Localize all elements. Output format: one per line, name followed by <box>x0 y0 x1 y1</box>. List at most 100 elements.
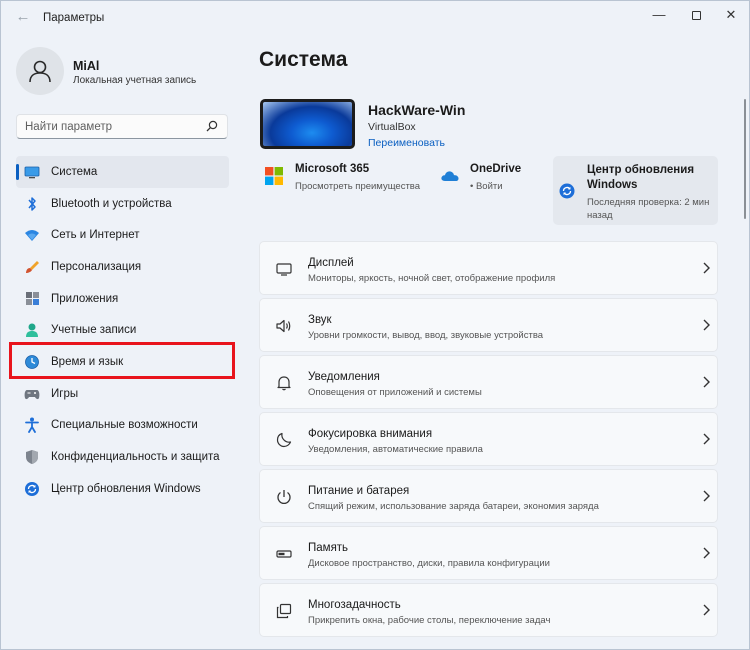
update-subtitle: Последняя проверка: 2 мин назад <box>587 197 710 221</box>
settings-row-notifications[interactable]: Уведомления Оповещения от приложений и с… <box>259 355 718 409</box>
device-name: HackWare-Win <box>368 102 466 118</box>
settings-row-power[interactable]: Питание и батарея Спящий режим, использо… <box>259 469 718 523</box>
microsoft-logo-icon <box>265 167 283 185</box>
chevron-right-icon <box>703 547 710 559</box>
user-profile[interactable]: MiAl Локальная учетная запись <box>16 47 236 97</box>
settings-window: ← Параметры — ✕ MiAl Локальная учетная з… <box>0 0 750 650</box>
app-title: Параметры <box>43 12 105 24</box>
sidebar-item-label: Система <box>51 165 98 178</box>
sidebar-item-bluetooth[interactable]: Bluetooth и устройства <box>16 188 229 220</box>
highlight-annotation <box>9 342 235 379</box>
row-subtitle: Дисковое пространство, диски, правила ко… <box>308 558 550 569</box>
settings-row-storage[interactable]: Память Дисковое пространство, диски, пра… <box>259 526 718 580</box>
maximize-button[interactable] <box>678 1 714 29</box>
sidebar-item-windows-update[interactable]: Центр обновления Windows <box>16 473 229 505</box>
sidebar-item-label: Приложения <box>51 292 119 305</box>
gamepad-icon <box>24 386 40 402</box>
row-title: Питание и батарея <box>308 485 410 497</box>
settings-row-multitasking[interactable]: Многозадачность Прикрепить окна, рабочие… <box>259 583 718 637</box>
moon-icon <box>276 432 292 448</box>
rename-link[interactable]: Переименовать <box>368 137 445 149</box>
monitor-icon <box>24 164 40 180</box>
sidebar-item-network[interactable]: Сеть и Интернет <box>16 219 229 251</box>
sidebar-item-apps[interactable]: Приложения <box>16 283 229 315</box>
bluetooth-icon <box>24 196 40 212</box>
account-icon <box>24 322 40 338</box>
sidebar-item-label: Персонализация <box>51 260 142 273</box>
onedrive-tile[interactable]: OneDrive • Войти <box>441 159 541 199</box>
sidebar-item-label: Bluetooth и устройства <box>51 197 172 210</box>
update-title: Центр обновления Windows <box>587 164 695 191</box>
sidebar-item-label: Конфиденциальность и защита <box>51 451 220 464</box>
sidebar-item-label: Центр обновления Windows <box>51 482 201 495</box>
sidebar-item-label: Сеть и Интернет <box>51 229 140 242</box>
display-icon <box>276 263 292 276</box>
row-title: Многозадачность <box>308 599 401 611</box>
sidebar-item-personalization[interactable]: Персонализация <box>16 251 229 283</box>
power-icon <box>277 490 291 504</box>
brush-icon <box>24 259 40 275</box>
maximize-icon <box>691 11 701 21</box>
shield-icon <box>24 449 40 465</box>
speaker-icon <box>276 319 291 333</box>
scrollbar[interactable] <box>744 99 746 219</box>
row-subtitle: Уровни громкости, вывод, ввод, звуковые … <box>308 330 544 341</box>
close-button[interactable]: ✕ <box>713 1 749 29</box>
chevron-right-icon <box>703 604 710 616</box>
apps-icon <box>24 291 40 307</box>
sidebar-item-accessibility[interactable]: Специальные возможности <box>16 410 229 442</box>
minimize-button[interactable]: — <box>641 1 677 29</box>
device-model: VirtualBox <box>368 121 416 133</box>
user-icon <box>29 60 51 83</box>
settings-row-focus[interactable]: Фокусировка внимания Уведомления, автома… <box>259 412 718 466</box>
avatar <box>16 47 64 95</box>
chevron-right-icon <box>703 490 710 502</box>
row-title: Звук <box>308 314 332 326</box>
search-icon[interactable] <box>206 120 218 132</box>
wallpaper-preview <box>263 102 352 146</box>
page-title: Система <box>259 48 348 71</box>
search-input[interactable] <box>25 115 205 138</box>
chevron-right-icon <box>703 262 710 274</box>
onedrive-subtitle: • Войти <box>470 181 503 192</box>
row-subtitle: Мониторы, яркость, ночной свет, отображе… <box>308 273 556 284</box>
update-status-icon <box>559 183 575 199</box>
title-bar: ← Параметры — ✕ <box>1 1 749 33</box>
chevron-right-icon <box>703 376 710 388</box>
row-title: Дисплей <box>308 257 354 269</box>
bell-icon <box>277 376 291 391</box>
row-title: Уведомления <box>308 371 380 383</box>
search-box[interactable] <box>16 114 228 139</box>
ms365-title: Microsoft 365 <box>295 163 370 175</box>
accessibility-icon <box>24 417 40 434</box>
sidebar-item-label: Игры <box>51 387 79 400</box>
onedrive-cloud-icon <box>441 171 459 181</box>
chevron-right-icon <box>703 433 710 445</box>
sidebar-nav: Система Bluetooth и устройства Сеть и Ин… <box>16 156 229 505</box>
chevron-right-icon <box>703 319 710 331</box>
windows-update-tile[interactable]: Центр обновления Windows Последняя прове… <box>553 156 718 225</box>
storage-icon <box>276 550 292 558</box>
multitask-icon <box>276 603 292 619</box>
sidebar-item-privacy[interactable]: Конфиденциальность и защита <box>16 441 229 473</box>
back-button[interactable]: ← <box>11 7 35 27</box>
settings-row-display[interactable]: Дисплей Мониторы, яркость, ночной свет, … <box>259 241 718 295</box>
settings-list: Дисплей Мониторы, яркость, ночной свет, … <box>259 241 718 640</box>
settings-row-sound[interactable]: Звук Уровни громкости, вывод, ввод, звук… <box>259 298 718 352</box>
row-title: Память <box>308 542 349 554</box>
ms365-subtitle: Просмотреть преимущества <box>295 181 421 192</box>
user-name: MiAl <box>73 59 100 73</box>
ms365-tile[interactable]: Microsoft 365 Просмотреть преимущества <box>265 159 435 199</box>
row-title: Фокусировка внимания <box>308 428 433 440</box>
sidebar-item-gaming[interactable]: Игры <box>16 378 229 410</box>
row-subtitle: Прикрепить окна, рабочие столы, переключ… <box>308 615 551 626</box>
device-thumbnail <box>260 99 355 149</box>
onedrive-title: OneDrive <box>470 163 522 175</box>
wifi-icon <box>24 227 40 243</box>
sidebar-item-label: Специальные возможности <box>51 419 198 432</box>
update-icon <box>24 481 40 497</box>
row-subtitle: Оповещения от приложений и системы <box>308 387 482 398</box>
sidebar-item-system[interactable]: Система <box>16 156 229 188</box>
row-subtitle: Уведомления, автоматические правила <box>308 444 483 455</box>
account-type: Локальная учетная запись <box>73 75 197 86</box>
